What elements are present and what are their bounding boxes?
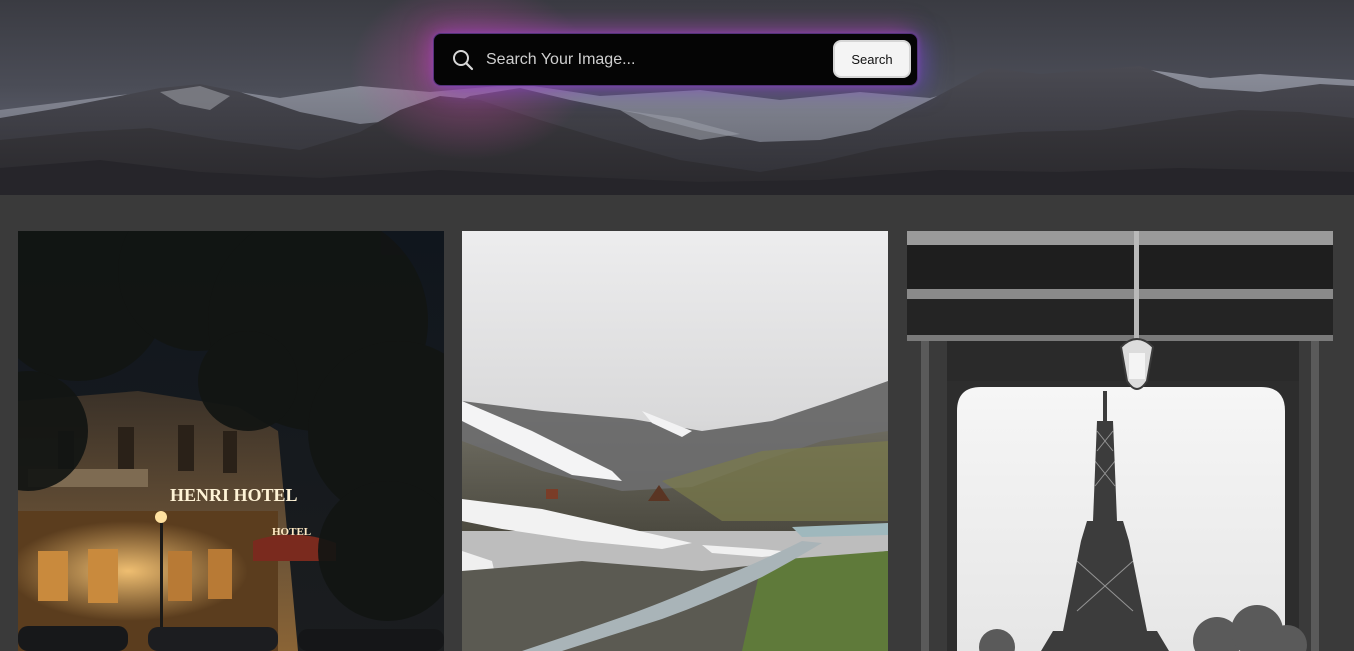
gallery-image-eiffel-tower[interactable]: [907, 231, 1333, 651]
search-input[interactable]: [486, 46, 816, 74]
search-icon: [453, 50, 474, 71]
hotel-night-photo: HENRI HOTEL HOTEL: [18, 231, 444, 651]
eiffel-tower-photo: [907, 231, 1333, 651]
hotel-awning-text: HOTEL: [272, 526, 311, 538]
mountain-valley-photo: [462, 231, 888, 651]
search-button[interactable]: Search: [833, 40, 911, 78]
hero-banner: Search: [0, 0, 1354, 195]
hotel-sign-text: HENRI HOTEL: [170, 485, 298, 505]
gallery-image-mountain-valley[interactable]: [462, 231, 888, 651]
gallery-image-hotel[interactable]: HENRI HOTEL HOTEL: [18, 231, 444, 651]
image-gallery: HENRI HOTEL HOTEL: [0, 195, 1354, 651]
mountain-range-image: [0, 0, 1354, 195]
search-bar: Search: [433, 33, 918, 86]
